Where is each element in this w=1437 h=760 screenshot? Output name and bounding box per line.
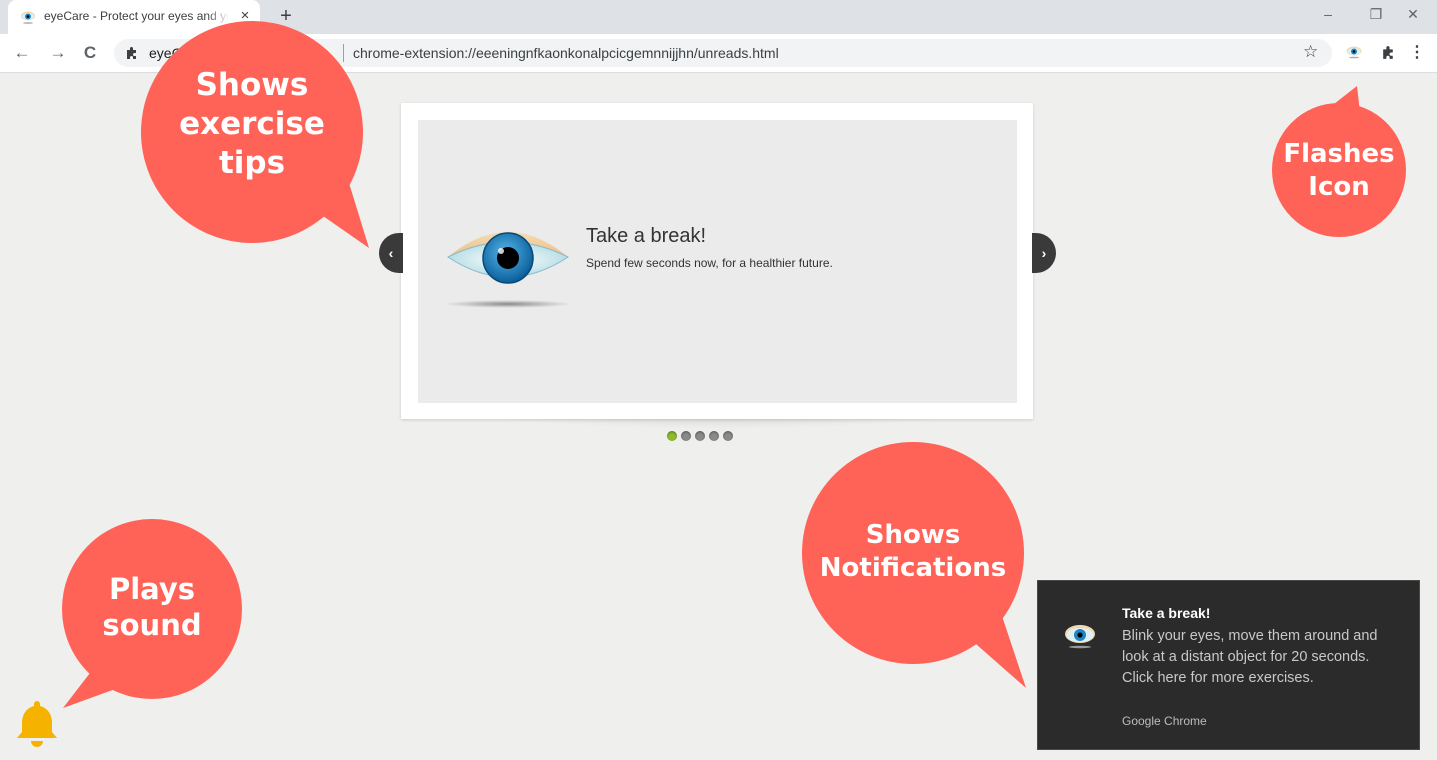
callout-plays-sound: Plays sound bbox=[102, 572, 202, 643]
eyecare-extension-eye-icon[interactable] bbox=[1345, 45, 1363, 59]
forward-button[interactable]: → bbox=[48, 43, 68, 63]
slider-dot[interactable] bbox=[709, 431, 719, 441]
close-window-button[interactable]: ✕ bbox=[1398, 4, 1428, 24]
tab-eyecare[interactable]: eyeCare - Protect your eyes and your vis… bbox=[8, 0, 260, 34]
slide-subtitle: Spend few seconds now, for a healthier f… bbox=[586, 256, 833, 270]
minimize-button[interactable]: – bbox=[1313, 4, 1343, 24]
url-text[interactable]: chrome-extension://eeeningnfkaonkonalpci… bbox=[353, 45, 779, 61]
callout-flashes-icon: Flashes Icon bbox=[1283, 139, 1395, 202]
extension-name: eyeCare - Protect your vision bbox=[149, 45, 330, 61]
eye-icon bbox=[21, 11, 35, 24]
callout-exercise-tips: Shows exercise tips bbox=[179, 67, 325, 181]
slider-prev-button[interactable]: ‹ bbox=[379, 233, 403, 273]
slider-pagination bbox=[667, 431, 747, 443]
tab-title: eyeCare - Protect your eyes and your vis… bbox=[44, 9, 229, 23]
desktop-notification[interactable]: Take a break! Blink your eyes, move them… bbox=[1037, 580, 1420, 750]
tab-close-button[interactable]: × bbox=[236, 7, 254, 25]
eye-icon bbox=[1065, 625, 1095, 649]
eye-illustration-icon bbox=[444, 232, 572, 308]
notification-source: Google Chrome bbox=[1122, 714, 1207, 728]
new-tab-button[interactable]: + bbox=[276, 5, 296, 27]
slider-dot[interactable] bbox=[723, 431, 733, 441]
slider-dot[interactable] bbox=[695, 431, 705, 441]
reload-button[interactable]: C bbox=[80, 43, 100, 63]
slider-dot[interactable] bbox=[681, 431, 691, 441]
chevron-left-icon: ‹ bbox=[388, 245, 394, 261]
bell-icon bbox=[17, 701, 57, 747]
slide: Take a break! Spend few seconds now, for… bbox=[418, 120, 1017, 403]
browser-menu-icon[interactable]: ⋮ bbox=[1409, 43, 1425, 63]
callout-shows-notifications: Shows Notifications bbox=[819, 520, 1007, 583]
restore-button[interactable]: ❐ bbox=[1361, 4, 1391, 24]
chevron-right-icon: › bbox=[1041, 245, 1047, 261]
address-bar[interactable]: eyeCare - Protect your vision chrome-ext… bbox=[114, 39, 1332, 67]
extensions-puzzle-icon[interactable] bbox=[1380, 44, 1397, 61]
slide-title: Take a break! bbox=[586, 225, 707, 247]
tab-strip: eyeCare - Protect your eyes and your vis… bbox=[0, 0, 1437, 34]
bookmark-star-icon[interactable]: ☆ bbox=[1303, 42, 1318, 62]
slider-next-button[interactable]: › bbox=[1032, 233, 1056, 273]
notification-title: Take a break! bbox=[1122, 605, 1211, 621]
tips-slider: Take a break! Spend few seconds now, for… bbox=[401, 103, 1033, 419]
notification-body: Blink your eyes, move them around and lo… bbox=[1122, 628, 1378, 686]
puzzle-icon bbox=[127, 47, 136, 59]
slider-dot[interactable] bbox=[667, 431, 677, 441]
omnibox-divider bbox=[343, 44, 344, 62]
back-button[interactable]: ← bbox=[12, 43, 32, 63]
